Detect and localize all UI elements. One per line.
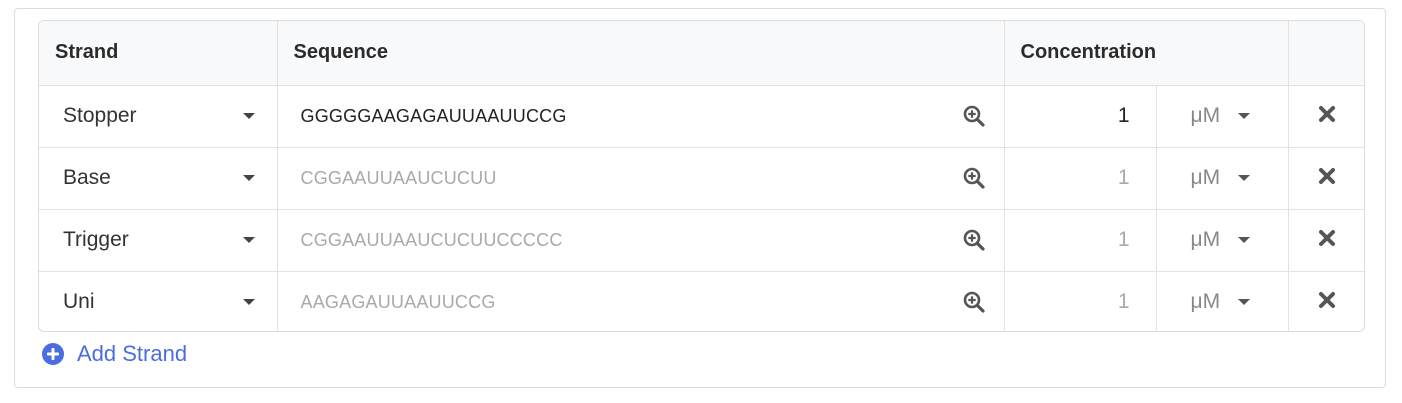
concentration-input[interactable]: 1: [1005, 272, 1156, 331]
sequence-field[interactable]: CGGAAUUAAUCUCUU: [278, 148, 1004, 209]
unit-select[interactable]: μM: [1157, 86, 1288, 147]
caret-down-icon: [1238, 237, 1251, 243]
concentration-input[interactable]: 1: [1005, 210, 1156, 271]
strands-panel: Strand Sequence Concentration Stopper GG…: [14, 8, 1386, 388]
strand-name: Stopper: [63, 104, 137, 127]
delete-strand-button[interactable]: [1289, 86, 1365, 147]
sequence-field[interactable]: CGGAAUUAAUCUCUUCCCCC: [278, 210, 1004, 271]
delete-strand-button[interactable]: [1289, 148, 1365, 209]
zoom-in-icon[interactable]: [962, 290, 986, 314]
unit-label: μM: [1190, 166, 1221, 189]
zoom-in-icon[interactable]: [962, 104, 986, 128]
add-strand-label: Add Strand: [77, 341, 188, 366]
column-header-concentration: Concentration: [1004, 21, 1289, 86]
close-icon: [1318, 229, 1336, 252]
column-header-sequence: Sequence: [277, 21, 1005, 86]
sequence-text: CGGAAUUAAUCUCUUCCCCC: [300, 229, 563, 250]
sequence-field[interactable]: AAGAGAUUAAUUCCG: [278, 272, 1004, 331]
unit-label: μM: [1190, 228, 1221, 251]
table-header-row: Strand Sequence Concentration: [39, 21, 1364, 86]
strands-table: Strand Sequence Concentration Stopper GG…: [39, 21, 1365, 331]
unit-label: μM: [1190, 104, 1221, 127]
table-row: Uni AAGAGAUUAAUUCCG 1 μM: [39, 271, 1365, 331]
concentration-input[interactable]: 1: [1005, 86, 1156, 147]
delete-strand-button[interactable]: [1289, 272, 1365, 331]
sequence-text: CGGAAUUAAUCUCUU: [300, 167, 497, 188]
strands-table-container: Strand Sequence Concentration Stopper GG…: [38, 20, 1365, 332]
unit-select[interactable]: μM: [1157, 272, 1288, 331]
caret-down-icon: [242, 299, 255, 306]
strand-select[interactable]: Stopper: [39, 86, 277, 147]
zoom-in-icon[interactable]: [962, 166, 986, 190]
caret-down-icon: [1238, 113, 1251, 119]
table-row: Base CGGAAUUAAUCUCUU 1 μM: [39, 147, 1365, 210]
add-strand-button[interactable]: Add Strand: [41, 341, 187, 367]
strand-select[interactable]: Trigger: [39, 210, 277, 271]
sequence-field[interactable]: GGGGGAAGAGAUUAAUUCCG: [278, 86, 1004, 147]
caret-down-icon: [1238, 299, 1251, 306]
unit-select[interactable]: μM: [1157, 148, 1288, 209]
close-icon: [1318, 105, 1336, 128]
strand-name: Uni: [63, 290, 95, 314]
caret-down-icon: [1238, 175, 1251, 181]
sequence-text: GGGGGAAGAGAUUAAUUCCG: [300, 105, 567, 126]
strand-name: Base: [63, 166, 111, 189]
sequence-text: AAGAGAUUAAUUCCG: [300, 291, 496, 312]
unit-select[interactable]: μM: [1157, 210, 1288, 271]
strand-name: Trigger: [63, 228, 129, 251]
zoom-in-icon[interactable]: [962, 228, 986, 252]
caret-down-icon: [242, 113, 255, 119]
plus-circle-icon: [41, 342, 65, 366]
caret-down-icon: [242, 175, 255, 181]
close-icon: [1318, 291, 1336, 314]
table-row: Trigger CGGAAUUAAUCUCUUCCCCC 1 μM: [39, 209, 1365, 272]
strand-select[interactable]: Uni: [39, 272, 277, 331]
table-row: Stopper GGGGGAAGAGAUUAAUUCCG 1 μM: [39, 85, 1365, 148]
caret-down-icon: [242, 237, 255, 243]
close-icon: [1318, 167, 1336, 190]
strand-select[interactable]: Base: [39, 148, 277, 209]
delete-strand-button[interactable]: [1289, 210, 1365, 271]
column-header-actions: [1288, 21, 1364, 86]
unit-label: μM: [1190, 290, 1221, 314]
column-header-strand: Strand: [39, 21, 278, 86]
concentration-input[interactable]: 1: [1005, 148, 1156, 209]
